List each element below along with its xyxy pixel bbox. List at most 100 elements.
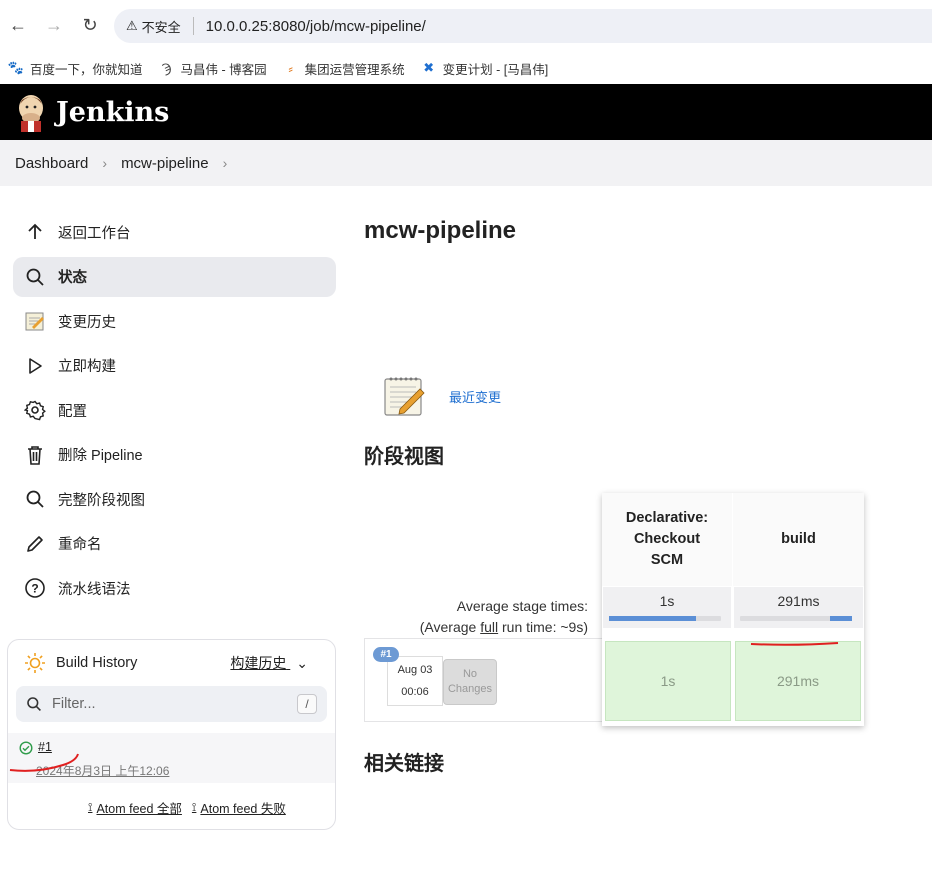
sun-icon	[25, 653, 45, 673]
avg-value: 291ms	[777, 593, 820, 609]
annotation-underline	[9, 753, 79, 772]
rss-icon: ⟟	[191, 800, 197, 814]
bookmark-item[interactable]: Ϡ 马昌伟 - 博客园	[159, 59, 267, 78]
atom-feed-failed-label: Atom feed 失败	[200, 802, 286, 816]
stage-name: build	[781, 531, 816, 547]
sidebar-item-label: 流水线语法	[58, 581, 131, 598]
atom-feed-all-link[interactable]: ⟟ Atom feed 全部	[88, 798, 182, 817]
url-text[interactable]: 10.0.0.25:8080/job/mcw-pipeline/	[206, 18, 426, 35]
full-run-link[interactable]: full	[480, 619, 498, 635]
keyboard-shortcut-hint: /	[297, 694, 317, 714]
stage-result-cell[interactable]: 1s	[605, 641, 731, 721]
sidebar-item-changes[interactable]: 变更历史	[13, 301, 336, 341]
sidebar-item-label: 完整阶段视图	[58, 492, 145, 509]
warning-icon: ⚠	[126, 18, 138, 33]
sidebar-item-label: 删除 Pipeline	[58, 448, 143, 464]
bookmark-item[interactable]: 🐾 百度一下，你就知道	[8, 59, 143, 78]
cnblogs-icon: Ϡ	[161, 60, 172, 76]
avg-run-suffix: run time: ~9s)	[498, 619, 588, 635]
arrow-up-icon	[23, 220, 47, 244]
avg-value: 1s	[659, 593, 675, 609]
chevron-right-icon[interactable]: ›	[223, 155, 228, 171]
sidebar-item-full-stage-view[interactable]: 完整阶段视图	[13, 479, 336, 519]
gear-icon	[23, 398, 47, 422]
atom-feed-failed-link[interactable]: ⟟ Atom feed 失败	[192, 798, 286, 817]
build-history-trend-label: 构建历史	[230, 655, 287, 671]
stage-view-title: 阶段视图	[364, 446, 444, 468]
atom-feed-all-label: Atom feed 全部	[96, 802, 182, 816]
build-history-title: Build History	[56, 655, 138, 671]
sidebar-item-label: 状态	[58, 270, 87, 286]
avg-cell-build: 291ms	[734, 587, 863, 628]
avg-run-prefix: (Average	[419, 619, 481, 635]
stage-header-checkout: Declarative: Checkout SCM	[602, 493, 732, 586]
security-label: 不安全	[141, 19, 181, 35]
baidu-icon: 🐾	[7, 60, 25, 75]
stage-view-table: Declarative: Checkout SCM build 1s 291ms…	[602, 493, 864, 726]
no-changes-box: No Changes	[443, 659, 497, 705]
bookmark-label: 马昌伟 - 博客园	[180, 62, 267, 77]
trash-icon	[23, 443, 47, 467]
avg-bar-track	[740, 616, 852, 621]
build-filter: /	[16, 686, 327, 722]
avg-cell-checkout: 1s	[603, 587, 731, 628]
sidebar-item-back[interactable]: 返回工作台	[13, 212, 336, 252]
chevron-right-icon: ›	[102, 155, 108, 171]
bookmark-item[interactable]: ⸗ 集团运营管理系统	[283, 59, 405, 78]
page-title: mcw-pipeline	[364, 217, 517, 244]
bookmark-label: 集团运营管理系统	[304, 62, 405, 77]
sidebar: 返回工作台 状态 变更历史 立即构建 配置 删除 Pipeline 完整阶段视图…	[13, 212, 336, 613]
run-badge[interactable]: #1	[373, 647, 399, 662]
breadcrumb-dashboard[interactable]: Dashboard	[15, 155, 88, 172]
build-history-trend-link[interactable]: 构建历史 ⌄	[230, 653, 308, 673]
sidebar-item-status[interactable]: 状态	[13, 256, 336, 297]
bookmark-label: 百度一下，你就知道	[30, 62, 143, 77]
sidebar-item-configure[interactable]: 配置	[13, 390, 336, 430]
omnibox-divider	[192, 17, 194, 35]
recent-changes-link[interactable]: 最近变更	[449, 387, 501, 406]
stage-result-cell[interactable]: 291ms	[735, 641, 861, 721]
build-history-panel: Build History 构建历史 ⌄ / #1 2024年8月3日 上午12…	[7, 639, 336, 830]
bookmarks-bar: 🐾 百度一下，你就知道 Ϡ 马昌伟 - 博客园 ⸗ 集团运营管理系统 ✖ 变更计…	[0, 52, 932, 84]
average-times-label: Average stage times: (Average full run t…	[380, 596, 588, 638]
back-icon[interactable]: ←	[7, 14, 29, 36]
confluence-icon: ✖	[423, 60, 435, 75]
sidebar-item-label: 变更历史	[58, 314, 116, 331]
search-icon	[23, 487, 47, 511]
jenkins-title[interactable]: Jenkins	[56, 97, 169, 128]
chevron-down-icon: ⌄	[296, 655, 308, 671]
build-row[interactable]: #1 2024年8月3日 上午12:06	[8, 733, 335, 783]
run-date-time: 00:06	[401, 686, 429, 698]
jenkins-logo-icon[interactable]	[16, 92, 46, 132]
ops-system-icon: ⸗	[288, 60, 293, 76]
address-bar[interactable]: ⚠ 不安全 10.0.0.25:8080/job/mcw-pipeline/	[114, 9, 932, 43]
sidebar-item-pipeline-syntax[interactable]: ? 流水线语法	[13, 568, 336, 608]
avg-run-time-text: (Average full run time: ~9s)	[380, 617, 588, 638]
play-icon	[23, 354, 47, 378]
annotation-underline	[750, 642, 839, 646]
breadcrumb-job[interactable]: mcw-pipeline	[121, 155, 209, 172]
search-icon	[23, 265, 47, 289]
sidebar-item-label: 立即构建	[58, 359, 116, 375]
sidebar-item-rename[interactable]: 重命名	[13, 524, 336, 564]
bookmark-item[interactable]: ✖ 变更计划 - [马昌伟]	[421, 59, 549, 78]
forward-icon[interactable]: →	[43, 14, 65, 36]
build-filter-input[interactable]	[52, 696, 282, 712]
notepad-icon	[23, 309, 47, 333]
run-date[interactable]: Aug 03 00:06	[387, 656, 443, 706]
atom-feeds: ⟟ Atom feed 全部 ⟟ Atom feed 失败	[88, 798, 296, 817]
reload-icon[interactable]: ↻	[79, 14, 101, 36]
svg-text:?: ?	[31, 582, 38, 596]
sidebar-item-build-now[interactable]: 立即构建	[13, 346, 336, 386]
pencil-icon	[23, 532, 47, 556]
run-row[interactable]: Aug 03 00:06 #1 No Changes	[364, 638, 602, 722]
breadcrumb: Dashboard › mcw-pipeline ›	[0, 140, 932, 186]
avg-bar-fill	[829, 616, 852, 621]
jenkins-header: Jenkins	[0, 84, 932, 140]
browser-toolbar: ← → ↻ ⚠ 不安全 10.0.0.25:8080/job/mcw-pipel…	[0, 0, 932, 52]
run-date-day: Aug 03	[397, 664, 433, 676]
bookmark-label: 变更计划 - [马昌伟]	[442, 62, 549, 77]
related-links-title: 相关链接	[364, 753, 444, 775]
sidebar-item-delete[interactable]: 删除 Pipeline	[13, 435, 336, 475]
notepad-icon	[384, 377, 425, 416]
